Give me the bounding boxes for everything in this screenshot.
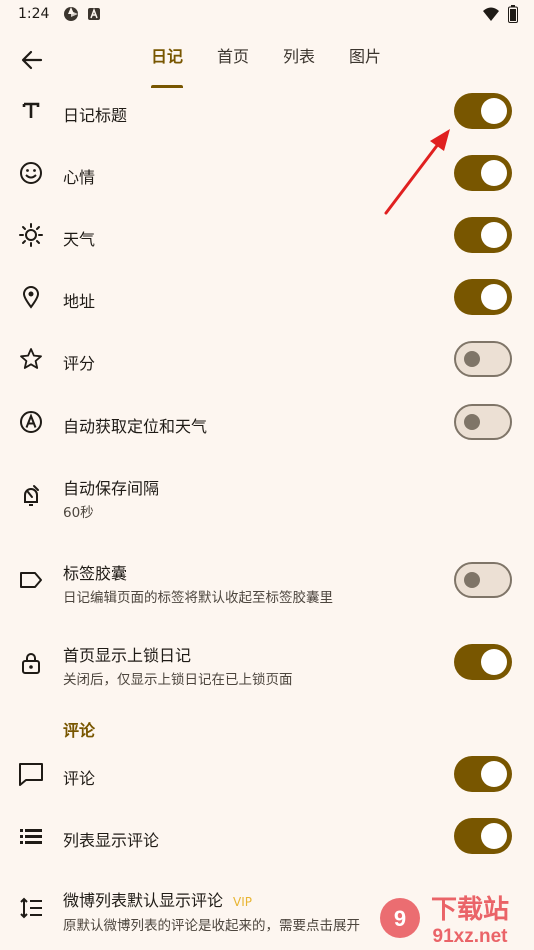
comments-toggle[interactable] <box>454 756 512 792</box>
watermark: 9 下载站 91xz.net <box>378 888 530 948</box>
svg-text:91xz.net: 91xz.net <box>433 926 509 947</box>
setting-title-text: 微博列表默认显示评论 <box>63 891 224 910</box>
title-icon <box>18 98 44 124</box>
setting-description: 日记编辑页面的标签将默认收起至标签胶囊里 <box>63 590 333 606</box>
setting-title: 心情 <box>63 168 96 187</box>
star-icon <box>18 346 44 372</box>
annotation-arrow <box>384 129 450 215</box>
setting-title: 标签胶囊 <box>63 564 128 583</box>
status-indicators <box>482 5 518 27</box>
setting-title: 评分 <box>63 354 96 373</box>
svg-text:下载站: 下载站 <box>431 895 509 925</box>
setting-title: 自动保存间隔 <box>63 479 160 498</box>
weather-toggle[interactable] <box>454 217 512 253</box>
auto-location-icon <box>18 409 44 435</box>
status-time: 1:24 <box>18 6 50 22</box>
setting-title: 天气 <box>63 230 96 249</box>
setting-title: 日记标题 <box>63 106 128 125</box>
setting-row-list-comments[interactable]: 列表显示评论 <box>0 805 534 867</box>
setting-title: 自动获取定位和天气 <box>63 417 208 436</box>
setting-row-comments[interactable]: 评论 <box>0 743 534 805</box>
location-toggle[interactable] <box>454 279 512 315</box>
list-comments-toggle[interactable] <box>454 818 512 854</box>
setting-title: 列表显示评论 <box>63 831 160 850</box>
weather-icon <box>18 222 44 248</box>
comment-icon <box>18 761 44 787</box>
show-locked-toggle[interactable] <box>454 644 512 680</box>
line-spacing-icon <box>18 895 44 921</box>
setting-row-rating[interactable]: 评分 <box>0 328 534 390</box>
setting-row-autosave-interval[interactable]: 自动保存间隔 60秒 <box>0 456 534 540</box>
section-header-comments: 评论 <box>63 721 96 740</box>
arrow-back-icon <box>21 50 43 70</box>
watermark-logo: 9 下载站 91xz.net <box>380 895 509 947</box>
setting-row-show-locked[interactable]: 首页显示上锁日记 关闭后，仅显示上锁日记在已上锁页面 <box>0 622 534 704</box>
status-bar: 1:24 <box>0 0 534 28</box>
setting-title: 评论 <box>63 769 96 788</box>
setting-title: 微博列表默认显示评论 VIP <box>63 887 252 911</box>
auto-location-toggle[interactable] <box>454 404 512 440</box>
lock-icon <box>18 650 44 676</box>
tag-capsule-toggle[interactable] <box>454 562 512 598</box>
list-icon <box>18 823 44 849</box>
location-icon <box>18 284 44 310</box>
aperture-icon <box>63 6 79 22</box>
wifi-icon <box>482 6 500 26</box>
setting-value: 60秒 <box>63 505 94 521</box>
setting-title: 地址 <box>63 292 96 311</box>
rating-toggle[interactable] <box>454 341 512 377</box>
setting-row-location[interactable]: 地址 <box>0 266 534 328</box>
setting-row-auto-location[interactable]: 自动获取定位和天气 <box>0 390 534 454</box>
setting-description: 关闭后，仅显示上锁日记在已上锁页面 <box>63 672 293 688</box>
battery-icon <box>508 5 518 27</box>
label-icon <box>18 567 44 593</box>
setting-row-tag-capsule[interactable]: 标签胶囊 日记编辑页面的标签将默认收起至标签胶囊里 <box>0 540 534 622</box>
setting-description: 原默认微博列表的评论是收起来的，需要点击展开 <box>63 918 360 934</box>
alarm-icon <box>18 482 44 508</box>
svg-text:9: 9 <box>394 906 406 931</box>
setting-title: 首页显示上锁日记 <box>63 646 192 665</box>
vip-badge: VIP <box>233 895 252 909</box>
mood-icon <box>18 160 44 186</box>
notification-a-icon <box>87 7 101 21</box>
diary-title-toggle[interactable] <box>454 93 512 129</box>
back-button[interactable] <box>18 46 46 74</box>
mood-toggle[interactable] <box>454 155 512 191</box>
